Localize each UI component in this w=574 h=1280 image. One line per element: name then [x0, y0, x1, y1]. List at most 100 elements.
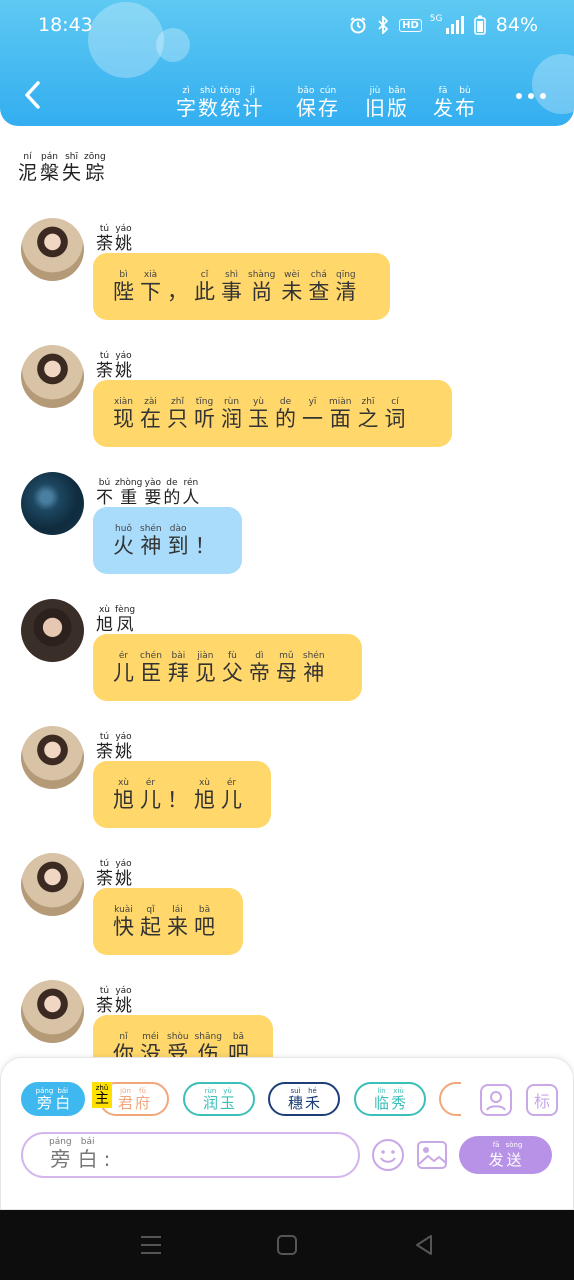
toolbar-label-char: jiù 旧 [365, 87, 385, 119]
message-hanzi: 只 [167, 406, 188, 431]
title-char: pán 槃 [40, 153, 59, 183]
message-hanzi: 吧 [194, 914, 215, 939]
avatar[interactable] [21, 599, 84, 662]
speaker-name: bú 不 zhòng 重 yào 要 de 的 rén 人 [96, 470, 199, 507]
message-item: tú 荼 yáo 姚 xù 旭 ér 儿 ！ xù 旭 ér 儿 [0, 722, 574, 842]
avatar[interactable] [21, 980, 84, 1043]
message-bubble[interactable]: kuài 快 qǐ 起 lái 来 bā 吧 [93, 888, 243, 955]
battery-level: 84% [495, 14, 538, 36]
back-button[interactable] [18, 78, 48, 112]
input-hanzi: 白 [77, 1147, 98, 1171]
person-icon[interactable] [480, 1084, 512, 1116]
toolbar-button-0[interactable]: zì 字 shù 数 tǒng 统 jì 计 [176, 78, 263, 120]
more-dots-icon[interactable] [516, 93, 546, 99]
message-char: ， [167, 271, 188, 303]
message-char: qīng 清 [335, 270, 356, 303]
role-chip[interactable]: rùn 润 yù 玉 [183, 1082, 255, 1116]
message-hanzi: 起 [140, 914, 161, 939]
status-bar: 18:43 HD 5G 84% [0, 0, 574, 52]
message-hanzi: 下 [140, 279, 161, 304]
role-chip[interactable]: lín 临 xiù 秀 [354, 1082, 426, 1116]
send-button[interactable]: fā 发 sòng 送 [459, 1136, 552, 1174]
speaker-name: xù 旭 fèng 凤 [96, 597, 135, 634]
message-char: zài 在 [140, 397, 161, 430]
message-hanzi: 查 [308, 279, 330, 304]
toolbar-label-hanzi: 计 [242, 96, 263, 120]
message-char: yī 一 [302, 397, 323, 430]
speaker-char: rén 人 [182, 479, 199, 507]
title-hanzi: 槃 [40, 162, 60, 184]
toolbar-button-1[interactable]: bǎo 保 cún 存 [296, 78, 338, 120]
toolbar-label-hanzi: 发 [433, 96, 453, 120]
signal-icon: 5G [429, 14, 464, 34]
speaker-char: yáo 姚 [115, 860, 132, 888]
toolbar-label-hanzi: 数 [198, 96, 218, 120]
message-hanzi: 尚 [251, 279, 273, 304]
toolbar-label-char: zì 字 [176, 87, 196, 119]
avatar[interactable] [21, 853, 84, 916]
avatar[interactable] [21, 472, 84, 535]
send-hanzi: 发 [488, 1151, 504, 1169]
speaker-hanzi: 要 [144, 488, 162, 508]
message-bubble[interactable]: bì 陛 xià 下 ， cǐ 此 shì 事 shàng 尚 wèi 未 chá 查 qīng 清 [93, 253, 390, 320]
message-char: chén 臣 [140, 651, 162, 684]
message-char: cǐ 此 [194, 270, 215, 304]
message-char: ！ [167, 779, 188, 811]
network-type: 5G [429, 14, 443, 24]
message-hanzi: 此 [194, 279, 215, 304]
avatar[interactable] [21, 218, 84, 281]
toolbar-label-hanzi: 保 [296, 96, 316, 120]
message-char: cí 词 [385, 397, 406, 430]
message-hanzi: 见 [194, 660, 216, 685]
message-item: tú 荼 yáo 姚 kuài 快 qǐ 起 lái 来 bā 吧 [0, 849, 574, 969]
story-title: ní 泥 pán 槃 shī 失 zōng 踪 [18, 144, 106, 183]
role-chip[interactable]: suì 穗 hé 禾 [268, 1082, 340, 1116]
role-hanzi: 穗 [287, 1093, 303, 1112]
send-char: fā 发 [489, 1142, 504, 1168]
message-hanzi: 未 [281, 279, 303, 304]
toolbar-button-2[interactable]: jiù 旧 bǎn 版 [365, 78, 407, 119]
role-chip[interactable]: páng 旁 bái 白 [21, 1082, 85, 1116]
title-char: ní 泥 [18, 153, 37, 183]
toolbar-label-hanzi: 统 [220, 96, 241, 120]
speaker-hanzi: 荼 [96, 869, 113, 889]
role-chip[interactable]: fēi飞 [439, 1082, 461, 1116]
message-bubble[interactable]: xiàn 现 zài 在 zhǐ 只 tīng 听 rùn 润 yù 玉 de 的 yī 一 miàn 面 zhī 之… [93, 380, 452, 447]
avatar[interactable] [21, 726, 84, 789]
message-bubble[interactable]: xù 旭 ér 儿 ！ xù 旭 ér 儿 [93, 761, 271, 828]
message-bubble[interactable]: huǒ 火 shén 神 dào 到！ [93, 507, 242, 574]
speaker-name: tú 荼 yáo 姚 [96, 343, 132, 380]
message-hanzi: 帝 [248, 660, 270, 685]
speaker-char: zhòng 重 [115, 479, 142, 507]
speaker-char: yáo 姚 [115, 225, 132, 253]
speaker-char: bú 不 [96, 479, 113, 507]
speaker-hanzi: 姚 [115, 869, 132, 889]
menu-icon[interactable] [139, 1234, 163, 1256]
message-char: fù 父 [222, 651, 243, 684]
speaker-hanzi: 的 [163, 488, 181, 508]
message-char: xiàn 现 [113, 397, 134, 430]
message-bubble[interactable]: ér 儿 chén 臣 bài 拜 jiàn 见 fù 父 dì 帝 mǔ 母 shén 神 [93, 634, 362, 701]
toolbar: zì 字 shù 数 tǒng 统 jì 计 bǎo 保 cún 存 jiù 旧 bǎn 版 fā 发 bù 布 [0, 66, 574, 126]
toolbar-button-3[interactable]: fā 发 bù 布 [433, 78, 475, 120]
speaker-char: tú 荼 [96, 733, 113, 761]
message-hanzi: 来 [167, 914, 188, 939]
message-input[interactable]: páng 旁 bái 白: [21, 1132, 360, 1178]
back-triangle-icon[interactable] [413, 1234, 435, 1256]
avatar[interactable] [21, 345, 84, 408]
message-hanzi: 儿 [221, 787, 242, 812]
message-hanzi: 的 [275, 406, 296, 431]
speaker-hanzi: 姚 [115, 996, 132, 1016]
speaker-char: yào 要 [144, 479, 161, 507]
home-icon[interactable] [276, 1234, 298, 1256]
tag-icon[interactable]: 标 [526, 1084, 558, 1116]
image-icon[interactable] [416, 1139, 448, 1171]
message-item: bú 不 zhòng 重 yào 要 de 的 rén 人 huǒ 火 shén 神 dào 到！ [0, 468, 574, 588]
speaker-hanzi: 荼 [96, 361, 113, 381]
title-char: shī 失 [62, 153, 81, 183]
speaker-hanzi: 旭 [96, 615, 113, 635]
emoji-icon[interactable] [371, 1138, 405, 1172]
role-hanzi: 旁 [36, 1093, 52, 1112]
input-hanzi: 旁 [50, 1147, 71, 1171]
speaker-hanzi: 姚 [115, 234, 132, 254]
